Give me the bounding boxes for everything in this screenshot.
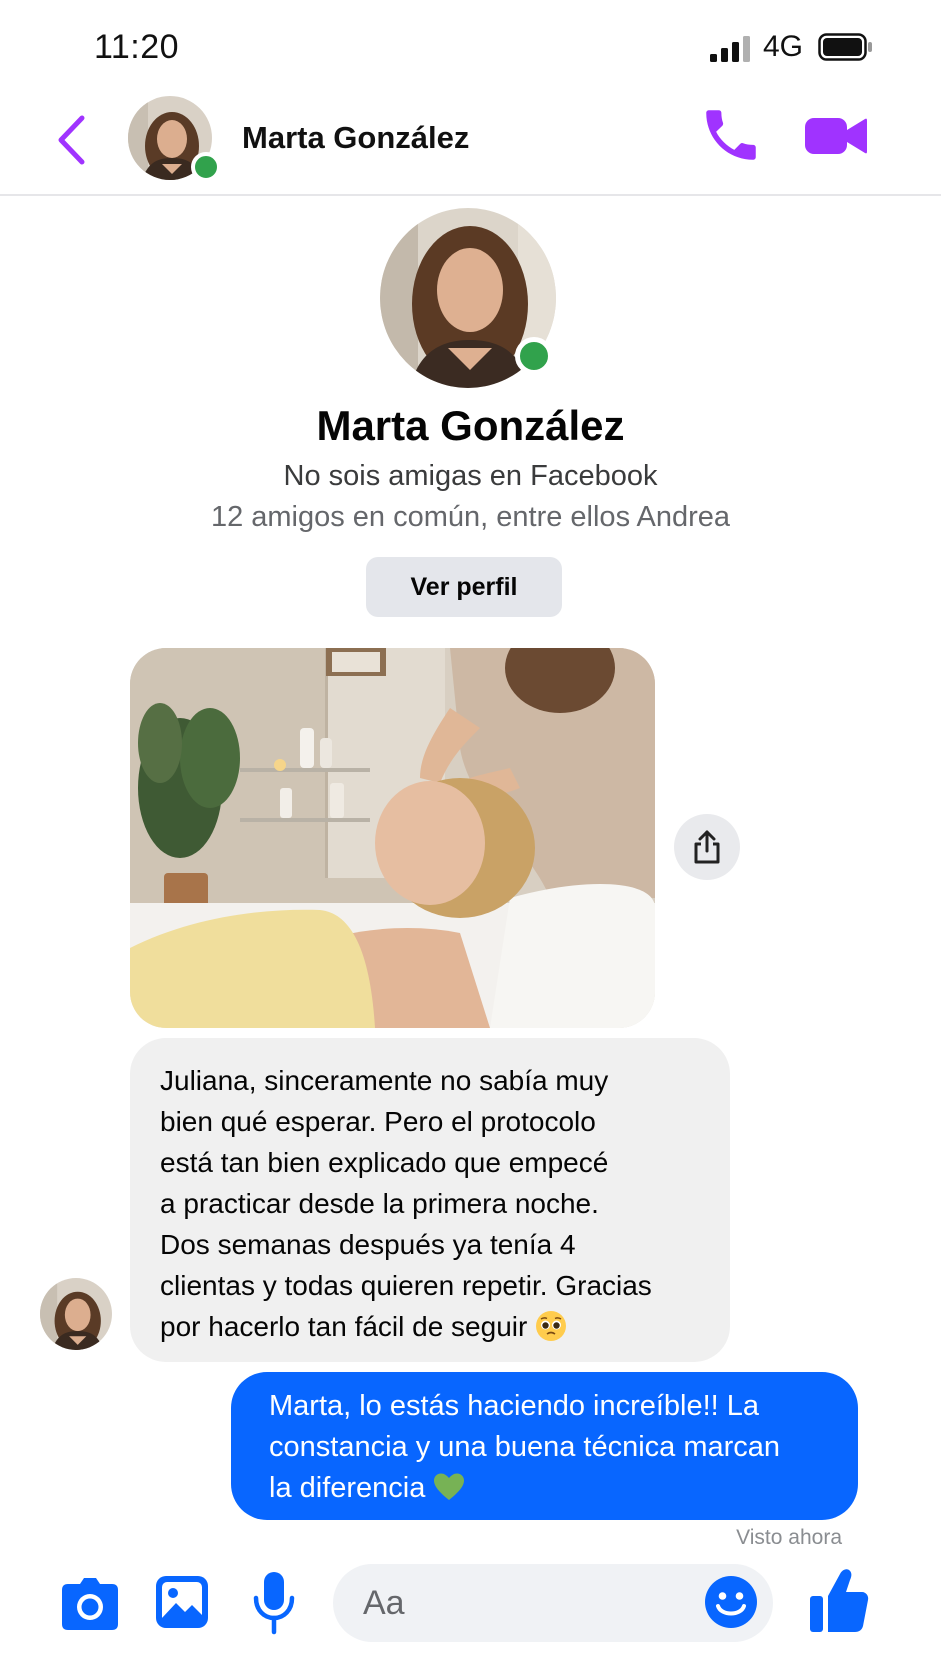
message-line: bien qué esperar. Pero el protocolo: [160, 1106, 596, 1137]
outgoing-message[interactable]: Marta, lo estás haciendo increíble!! La …: [231, 1372, 858, 1520]
signal-icon: [710, 36, 750, 62]
phone-icon: [706, 110, 756, 160]
status-time: 11:20: [94, 28, 180, 66]
view-profile-button[interactable]: Ver perfil: [366, 557, 562, 617]
video-call-button[interactable]: [803, 106, 869, 166]
input-placeholder: Aa: [363, 1584, 405, 1622]
message-line: Marta, lo estás haciendo increíble!! La: [269, 1390, 760, 1422]
voice-call-button[interactable]: [698, 102, 764, 168]
mutual-friends: 12 amigos en común, entre ellos Andrea: [210, 501, 731, 533]
message-line: está tan bien explicado que empecé: [160, 1147, 609, 1178]
message-line: por hacerlo tan fácil de seguir: [160, 1311, 528, 1342]
gallery-icon[interactable]: [154, 1574, 210, 1630]
message-input[interactable]: Aa: [333, 1564, 773, 1642]
friendship-status: No sois amigas en Facebook: [283, 460, 658, 492]
online-indicator: [191, 152, 221, 182]
incoming-message[interactable]: Juliana, sinceramente no sabía muy bien …: [130, 1038, 730, 1362]
seen-status: Visto ahora: [736, 1526, 842, 1549]
share-button[interactable]: [674, 814, 740, 880]
network-type: 4G: [763, 30, 804, 63]
photo-message[interactable]: [130, 648, 655, 1028]
pleading-face-emoji-icon: [536, 1311, 567, 1341]
thumbs-up-icon[interactable]: [808, 1566, 870, 1634]
spa-photo: [130, 648, 655, 1028]
message-composer: Aa: [0, 1552, 941, 1672]
camera-icon[interactable]: [60, 1576, 120, 1632]
microphone-icon[interactable]: [252, 1570, 296, 1636]
back-chevron-icon: [58, 115, 85, 165]
battery-icon: [818, 33, 872, 61]
avatar-image: [40, 1278, 112, 1350]
message-line: la diferencia: [269, 1472, 426, 1504]
status-bar: 11:20 4G: [0, 0, 941, 96]
contact-name[interactable]: Marta González: [242, 120, 469, 156]
video-camera-icon: [805, 118, 867, 154]
message-line: Dos semanas después ya tenía 4: [160, 1229, 576, 1260]
green-heart-emoji-icon: [434, 1473, 465, 1500]
message-sender-avatar[interactable]: [40, 1278, 112, 1350]
message-line: clientas y todas quieren repetir. Gracia…: [160, 1270, 652, 1301]
profile-online-indicator: [515, 337, 553, 375]
message-last-line: por hacerlo tan fácil de seguir: [160, 1306, 700, 1347]
message-line: constancia y una buena técnica marcan: [269, 1431, 781, 1463]
back-button[interactable]: [46, 110, 96, 170]
smiley-icon[interactable]: [703, 1574, 759, 1630]
message-line: a practicar desde la primera noche.: [160, 1188, 599, 1219]
chat-header: Marta González: [0, 96, 941, 196]
message-last-line: la diferencia: [269, 1468, 820, 1509]
profile-name: Marta González: [316, 402, 625, 449]
message-line: Juliana, sinceramente no sabía muy: [160, 1065, 609, 1096]
share-icon: [694, 830, 720, 864]
